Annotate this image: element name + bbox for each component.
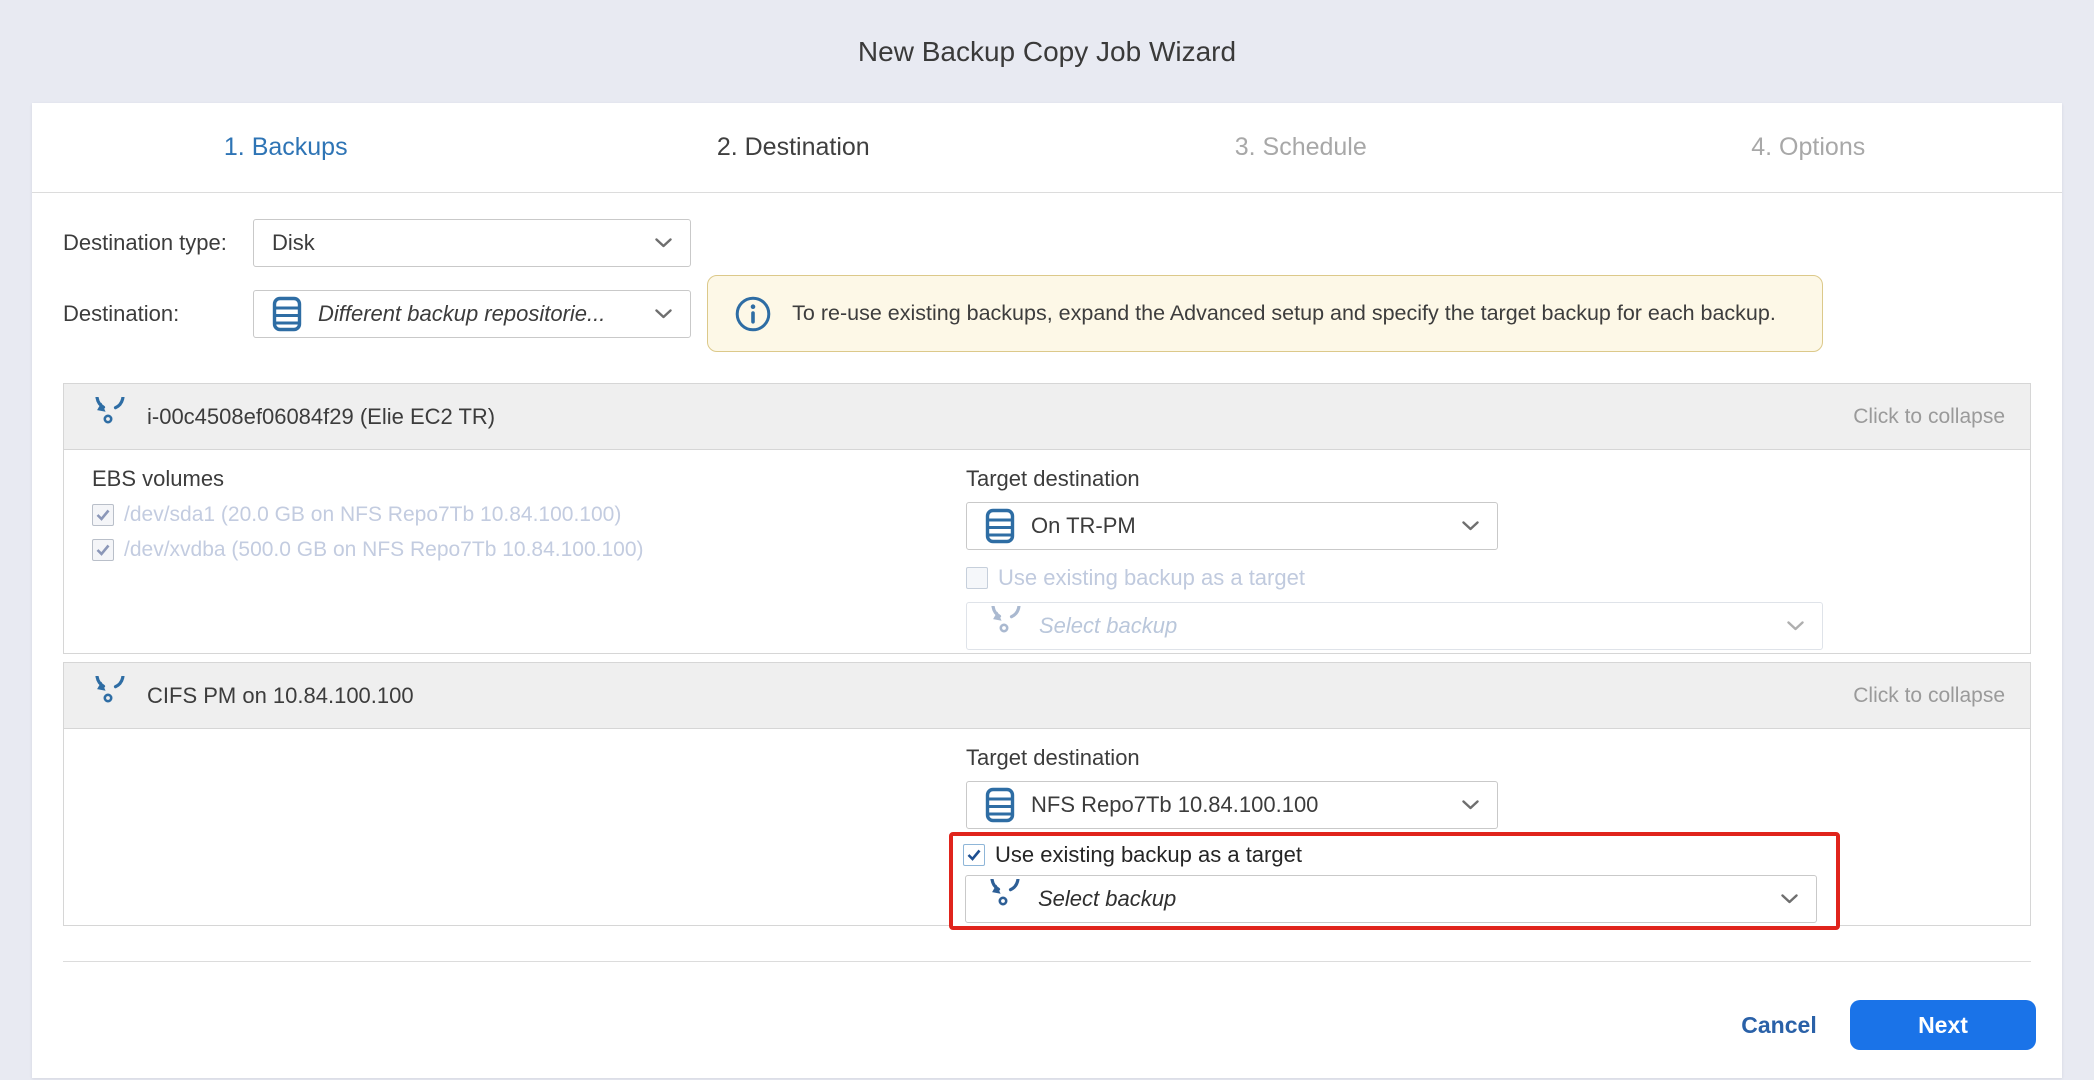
collapse-hint[interactable]: Click to collapse: [1853, 684, 2005, 708]
use-existing-backup-row: Use existing backup as a target: [966, 564, 1823, 592]
volume-checkbox: [92, 504, 114, 526]
volumes-column: EBS volumes /dev/sda1 (20.0 GB on NFS Re…: [92, 466, 644, 572]
destination-type-label: Destination type:: [63, 219, 227, 267]
target-column: Target destination NFS Repo7Tb 10.84.100…: [966, 745, 1498, 829]
destination-select[interactable]: Different backup repositorie...: [253, 290, 691, 338]
wizard-steps: 1. Backups 2. Destination 3. Schedule 4.…: [32, 103, 2062, 193]
target-column: Target destination On TR-PM Use existing…: [966, 466, 1823, 650]
volume-row: /dev/xvdba (500.0 GB on NFS Repo7Tb 10.8…: [92, 537, 644, 563]
destination-label: Destination:: [63, 290, 179, 338]
next-button[interactable]: Next: [1850, 1000, 2036, 1050]
backup-group-title: i-00c4508ef06084f29 (Elie EC2 TR): [147, 404, 495, 430]
repository-icon: [985, 508, 1015, 544]
chevron-down-icon: [1462, 521, 1479, 531]
backup-icon: [985, 606, 1023, 646]
use-existing-backup-checkbox: [966, 567, 988, 589]
volume-row: /dev/sda1 (20.0 GB on NFS Repo7Tb 10.84.…: [92, 502, 644, 528]
collapse-hint[interactable]: Click to collapse: [1853, 405, 2005, 429]
select-backup-dropdown[interactable]: Select backup: [965, 875, 1817, 923]
backup-icon: [984, 879, 1022, 919]
backup-group-body: EBS volumes /dev/sda1 (20.0 GB on NFS Re…: [63, 450, 2031, 654]
use-existing-backup-checkbox[interactable]: [963, 844, 985, 866]
repository-icon: [985, 787, 1015, 823]
page-title: New Backup Copy Job Wizard: [0, 36, 2094, 68]
backup-group-header[interactable]: CIFS PM on 10.84.100.100 Click to collap…: [63, 662, 2031, 729]
chevron-down-icon: [655, 309, 672, 319]
target-destination-select[interactable]: On TR-PM: [966, 502, 1498, 550]
backup-icon: [89, 397, 127, 437]
select-backup-placeholder: Select backup: [1038, 886, 1176, 912]
destination-type-select[interactable]: Disk: [253, 219, 691, 267]
wizard-card: 1. Backups 2. Destination 3. Schedule 4.…: [32, 103, 2062, 1078]
chevron-down-icon: [1787, 621, 1804, 631]
select-backup-placeholder: Select backup: [1039, 613, 1177, 639]
volume-checkbox: [92, 539, 114, 561]
step-destination[interactable]: 2. Destination: [540, 103, 1048, 192]
cancel-button[interactable]: Cancel: [1704, 1000, 1854, 1050]
volume-label: /dev/xvdba (500.0 GB on NFS Repo7Tb 10.8…: [124, 538, 644, 562]
backup-group-header[interactable]: i-00c4508ef06084f29 (Elie EC2 TR) Click …: [63, 383, 2031, 450]
target-destination-value: On TR-PM: [1031, 513, 1136, 539]
destination-type-value: Disk: [272, 230, 315, 256]
select-backup-dropdown: Select backup: [966, 602, 1823, 650]
backup-group-ec2: i-00c4508ef06084f29 (Elie EC2 TR) Click …: [63, 383, 2031, 654]
volume-label: /dev/sda1 (20.0 GB on NFS Repo7Tb 10.84.…: [124, 503, 621, 527]
backup-group-cifs: CIFS PM on 10.84.100.100 Click to collap…: [63, 662, 2031, 926]
target-destination-value: NFS Repo7Tb 10.84.100.100: [1031, 792, 1318, 818]
info-icon: [734, 295, 772, 333]
backup-icon: [89, 676, 127, 716]
info-banner: To re-use existing backups, expand the A…: [707, 275, 1823, 352]
target-destination-label: Target destination: [966, 745, 1498, 771]
backup-group-title: CIFS PM on 10.84.100.100: [147, 683, 414, 709]
use-existing-backup-row: Use existing backup as a target: [963, 841, 1836, 869]
chevron-down-icon: [1781, 894, 1798, 904]
use-existing-backup-label: Use existing backup as a target: [998, 565, 1305, 591]
use-existing-backup-label: Use existing backup as a target: [995, 842, 1302, 868]
volumes-header: EBS volumes: [92, 466, 644, 492]
highlight-red-box: Use existing backup as a target Select b…: [949, 832, 1840, 930]
backup-group-body: Target destination NFS Repo7Tb 10.84.100…: [63, 729, 2031, 926]
step-schedule[interactable]: 3. Schedule: [1047, 103, 1555, 192]
chevron-down-icon: [1462, 800, 1479, 810]
chevron-down-icon: [655, 238, 672, 248]
destination-value: Different backup repositorie...: [318, 301, 605, 327]
target-destination-label: Target destination: [966, 466, 1823, 492]
step-backups[interactable]: 1. Backups: [32, 103, 540, 192]
footer-divider: [63, 961, 2031, 962]
target-destination-select[interactable]: NFS Repo7Tb 10.84.100.100: [966, 781, 1498, 829]
repository-icon: [272, 296, 302, 332]
step-options[interactable]: 4. Options: [1555, 103, 2063, 192]
info-message: To re-use existing backups, expand the A…: [772, 301, 1796, 326]
